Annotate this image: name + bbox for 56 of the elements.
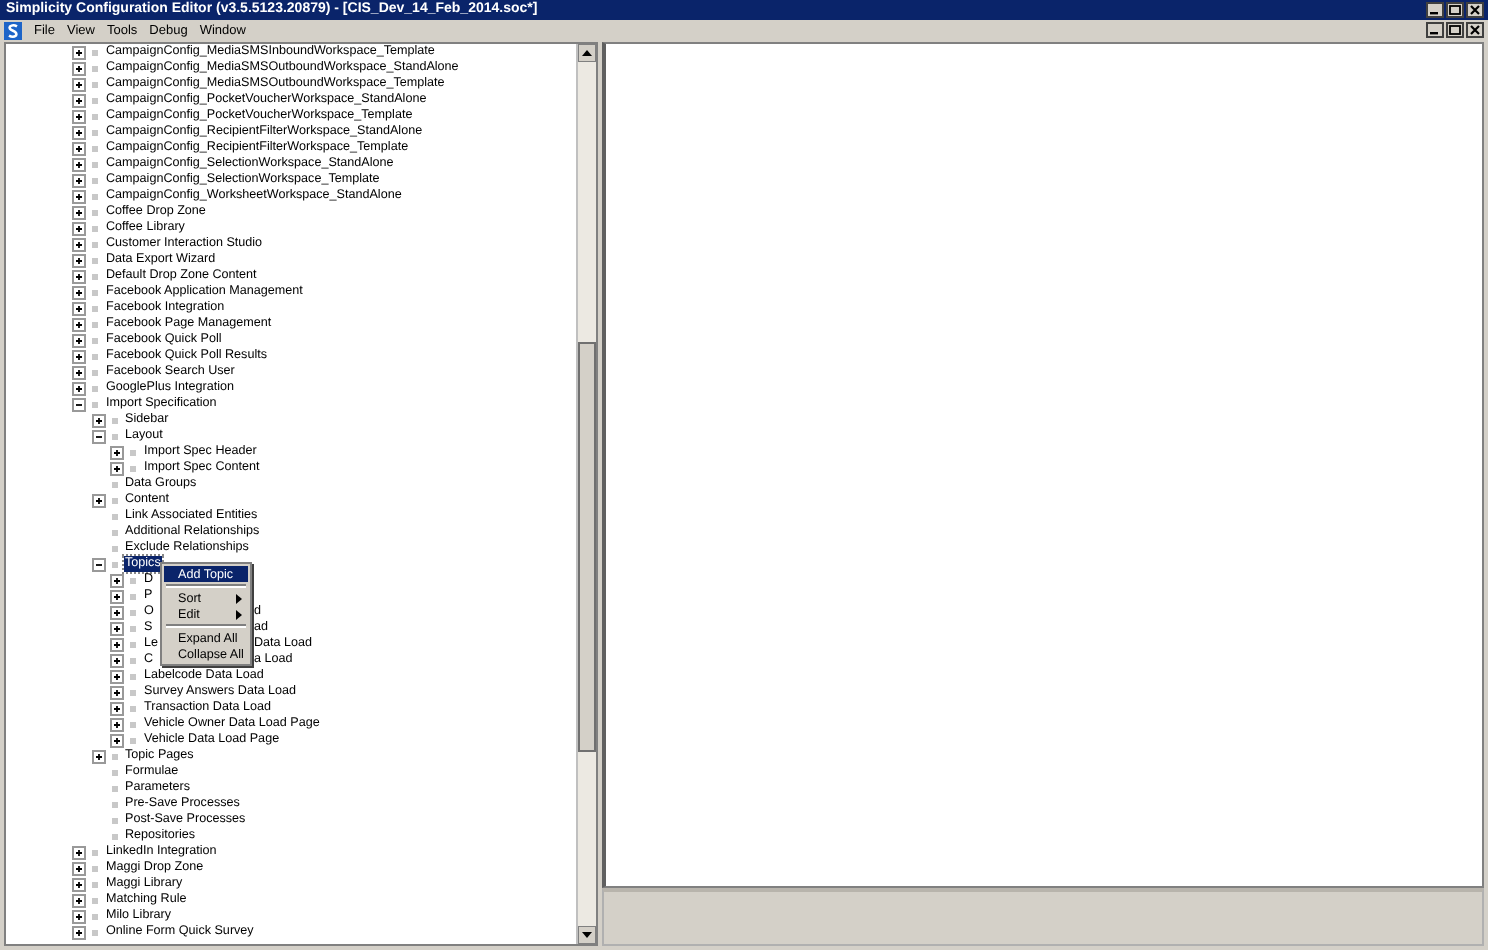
expand-icon[interactable] <box>72 237 86 251</box>
expand-icon[interactable] <box>72 125 86 139</box>
scroll-up-icon[interactable] <box>578 44 596 62</box>
expand-icon[interactable] <box>72 157 86 171</box>
expand-icon[interactable] <box>110 717 124 731</box>
expand-icon[interactable] <box>72 173 86 187</box>
expand-icon[interactable] <box>72 317 86 331</box>
minimize-icon[interactable] <box>1426 2 1444 18</box>
expand-icon[interactable] <box>110 605 124 619</box>
expand-icon[interactable] <box>110 637 124 651</box>
close-icon[interactable] <box>1466 22 1484 38</box>
collapse-icon[interactable] <box>91 557 105 571</box>
expand-icon[interactable] <box>72 285 86 299</box>
expand-icon[interactable] <box>110 461 124 475</box>
expand-icon[interactable] <box>72 893 86 907</box>
app-icon[interactable] <box>4 21 22 39</box>
expand-icon[interactable] <box>72 381 86 395</box>
expand-icon[interactable] <box>110 445 124 459</box>
expand-icon[interactable] <box>110 733 124 747</box>
expand-icon[interactable] <box>72 61 86 75</box>
expand-icon[interactable] <box>72 77 86 91</box>
expand-icon[interactable] <box>72 109 86 123</box>
expand-icon[interactable] <box>72 909 86 923</box>
expand-icon[interactable] <box>110 669 124 683</box>
scrollbar[interactable] <box>576 44 596 944</box>
expand-icon[interactable] <box>72 45 86 59</box>
scroll-thumb[interactable] <box>578 342 596 752</box>
expand-icon[interactable] <box>72 925 86 939</box>
expand-icon[interactable] <box>72 845 86 859</box>
expand-icon[interactable] <box>72 93 86 107</box>
expand-icon[interactable] <box>72 253 86 267</box>
collapse-icon[interactable] <box>91 429 105 443</box>
expand-icon[interactable] <box>72 301 86 315</box>
expand-icon[interactable] <box>72 205 86 219</box>
expand-icon[interactable] <box>72 365 86 379</box>
expand-icon[interactable] <box>72 269 86 283</box>
expand-icon[interactable] <box>110 621 124 635</box>
expand-icon[interactable] <box>72 861 86 875</box>
expand-icon[interactable] <box>110 573 124 587</box>
expand-icon[interactable] <box>110 701 124 715</box>
expand-icon[interactable] <box>91 749 105 763</box>
close-icon[interactable] <box>1466 2 1484 18</box>
expand-icon[interactable] <box>72 141 86 155</box>
collapse-icon[interactable] <box>72 397 86 411</box>
expand-icon[interactable] <box>110 653 124 667</box>
expand-icon[interactable] <box>91 493 105 507</box>
expand-icon[interactable] <box>91 413 105 427</box>
expand-icon[interactable] <box>72 349 86 363</box>
expand-icon[interactable] <box>110 685 124 699</box>
expand-icon[interactable] <box>110 589 124 603</box>
scroll-down-icon[interactable] <box>578 926 596 944</box>
expand-icon[interactable] <box>72 189 86 203</box>
minimize-icon[interactable] <box>1426 22 1444 38</box>
expand-icon[interactable] <box>72 221 86 235</box>
expand-icon[interactable] <box>72 333 86 347</box>
expand-icon[interactable] <box>72 877 86 891</box>
